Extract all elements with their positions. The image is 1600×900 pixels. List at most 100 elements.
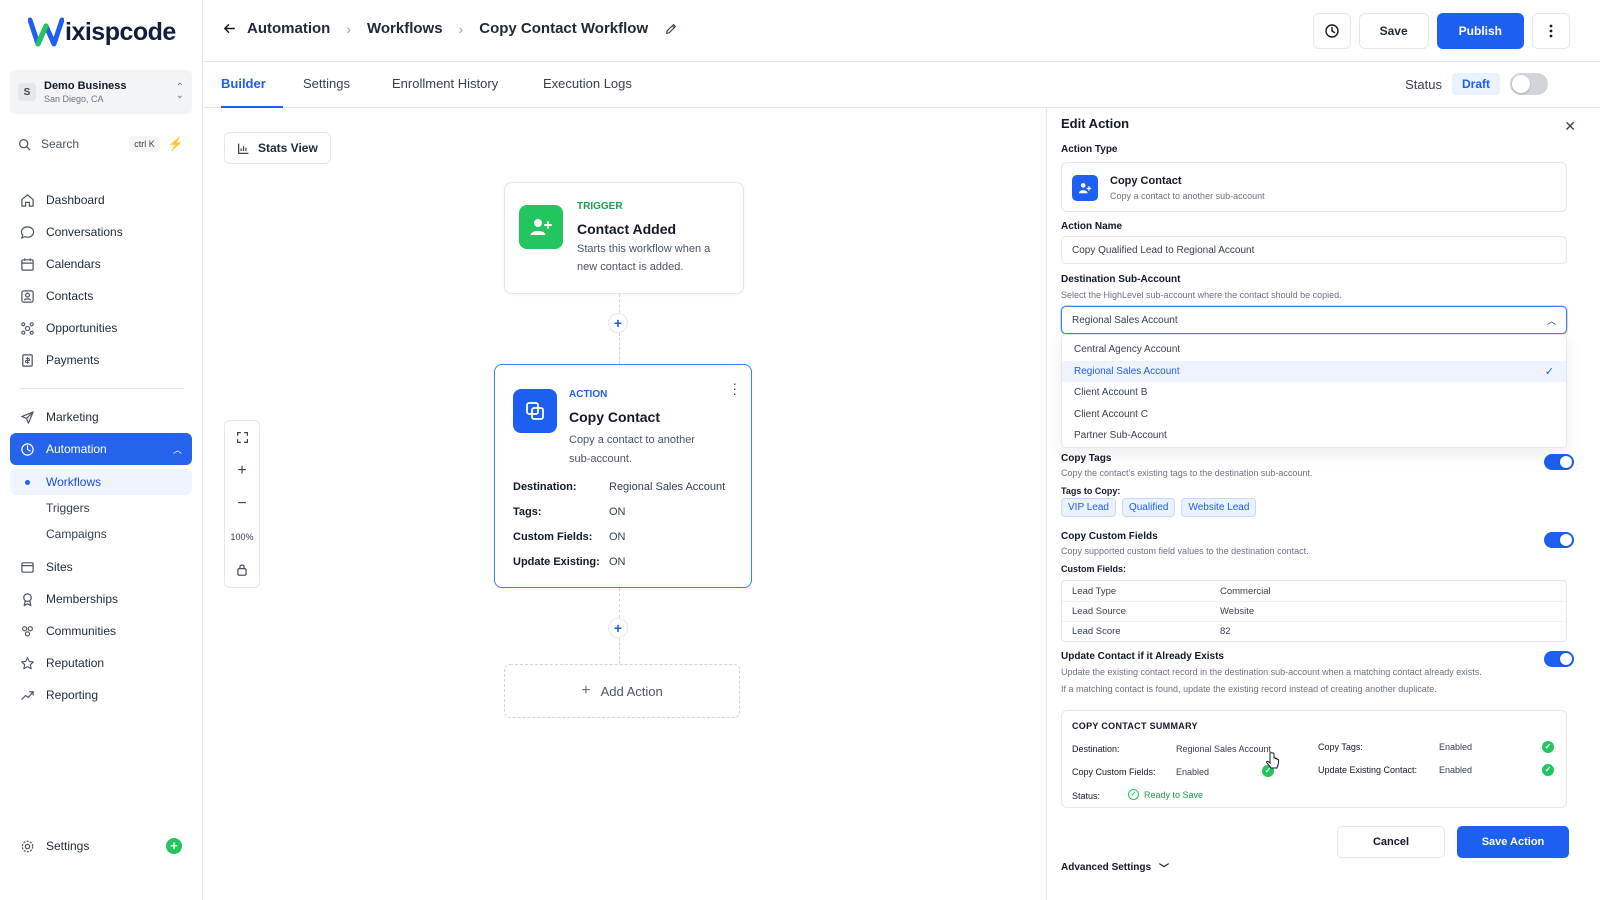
action-type-title: Copy Contact [1110,175,1182,187]
copy-custom-fields-toggle[interactable] [1544,532,1574,548]
stats-view-button[interactable]: Stats View [224,132,331,164]
sidebar-item-memberships[interactable]: Memberships [10,583,192,615]
add-action-button[interactable]: + Add Action [504,664,740,718]
zoom-out-button[interactable]: − [225,487,259,520]
update-existing-help-1: Update the existing contact record in th… [1061,667,1482,677]
brand-logo[interactable]: ixispcode [28,14,176,50]
table-row: Lead Score 82 [1062,621,1566,641]
kebab-icon [1549,24,1553,38]
dropdown-option[interactable]: Client Account B [1062,382,1566,404]
sidebar-item-conversations[interactable]: Conversations [10,216,192,248]
check-circle-icon: ✓ [1542,741,1554,753]
sidebar-item-calendars[interactable]: Calendars [10,248,192,280]
sidebar-subitem-workflows[interactable]: Workflows [10,469,192,495]
field-value: Website [1220,606,1255,617]
zoom-level: 100% [230,531,254,542]
field-name: Lead Score [1072,626,1121,637]
close-icon[interactable]: ✕ [1564,118,1576,135]
summary-title: COPY CONTACT SUMMARY [1072,721,1198,731]
lightning-icon[interactable]: ⚡ [168,136,184,152]
sidebar-item-marketing[interactable]: Marketing [10,401,192,433]
action-type-card: Copy Contact Copy a contact to another s… [1061,162,1567,212]
tab-execution-logs[interactable]: Execution Logs [543,76,632,91]
chevron-updown-icon: ⌃ ⌄ [175,82,184,101]
add-step-button[interactable]: + [608,618,628,638]
sidebar-item-payments[interactable]: Payments [10,344,192,376]
sidebar-item-label: Memberships [46,592,119,606]
publish-button[interactable]: Publish [1436,13,1524,49]
summary-copy-tags-value: Enabled [1439,742,1473,752]
trigger-node[interactable]: TRIGGER Contact Added Starts this workfl… [504,182,744,294]
dropdown-option-selected[interactable]: Regional Sales Account ✓ [1062,360,1566,382]
save-button[interactable]: Save [1358,13,1429,49]
sidebar-item-label: Opportunities [46,321,118,335]
sidebar-item-label: Communities [46,624,117,638]
tab-settings[interactable]: Settings [303,76,350,91]
sidebar-subitem-campaigns[interactable]: Campaigns [10,521,192,547]
summary-status-key: Status: [1072,791,1101,801]
publish-toggle[interactable] [1510,73,1548,95]
tag-chip[interactable]: Website Lead [1181,498,1257,517]
dropdown-option[interactable]: Central Agency Account [1062,339,1566,361]
action-name-input[interactable]: Copy Qualified Lead to Regional Account [1061,236,1567,264]
copy-tags-toggle[interactable] [1544,454,1574,470]
sidebar-search[interactable]: Search ctrl K ⚡ [10,130,192,158]
sidebar-item-dashboard[interactable]: Dashboard [10,184,192,216]
lock-button[interactable] [225,553,259,586]
payments-icon [22,353,33,367]
action-title: Copy Contact [569,409,660,425]
node-menu-icon[interactable]: · · · [732,376,737,400]
workflow-tabs: Builder Settings Enrollment History Exec… [204,62,1600,108]
connector-line [619,588,620,618]
history-button[interactable] [1312,13,1351,49]
sidebar-item-settings[interactable]: Settings + [10,832,192,860]
action-summary-row: Tags: ON [513,506,626,518]
destination-select[interactable]: Regional Sales Account ︿ [1061,306,1567,334]
add-step-button[interactable]: + [608,313,628,333]
sidebar-item-reputation[interactable]: Reputation [10,647,192,679]
panel-title: Edit Action [1061,116,1130,131]
workflow-canvas[interactable]: Stats View + − 100% TRIGGER Contact Adde… [204,108,1046,900]
sidebar-item-automation[interactable]: Automation ︿ [10,433,192,465]
action-node-copy-contact[interactable]: · · · ACTION Copy Contact Copy a contact t… [494,364,752,588]
sidebar-item-opportunities[interactable]: Opportunities [10,312,192,344]
advanced-settings-toggle[interactable]: Advanced Settings ﹀ [1061,860,1169,875]
cancel-button[interactable]: Cancel [1337,826,1445,858]
table-row: Lead Type Commercial [1062,581,1566,601]
sidebar-item-label: Sites [46,560,73,574]
sidebar-item-contacts[interactable]: Contacts [10,280,192,312]
destination-help: Select the HighLevel sub-account where t… [1061,290,1342,300]
trigger-eyebrow: TRIGGER [577,201,623,212]
zoom-in-button[interactable]: + [225,454,259,487]
add-icon[interactable]: + [166,838,182,854]
sidebar-subitem-triggers[interactable]: Triggers [10,495,192,521]
dropdown-option[interactable]: Partner Sub-Account [1062,425,1566,447]
sidebar-item-sites[interactable]: Sites [10,551,192,583]
trigger-description-line1: Starts this workflow when a [577,243,711,255]
sidebar-item-reporting[interactable]: Reporting [10,679,192,711]
save-action-button[interactable]: Save Action [1457,826,1569,858]
summary-status-value: Ready to Save [1144,789,1204,800]
action-name-value: Copy Qualified Lead to Regional Account [1072,244,1255,256]
summary-custom-fields-value: Enabled [1176,767,1210,777]
business-switcher[interactable]: S Demo Business San Diego, CA ⌃ ⌄ [10,70,192,114]
check-circle-icon: ✓ [1542,764,1554,776]
action-type-label: Action Type [1061,144,1118,155]
pencil-icon[interactable] [664,22,678,36]
tag-chip[interactable]: VIP Lead [1061,498,1116,517]
fit-view-button[interactable] [225,421,259,454]
breadcrumb-workflows[interactable]: Workflows [367,20,443,37]
copy-icon [513,389,557,433]
sidebar-item-communities[interactable]: Communities [10,615,192,647]
summary-update-value: Enabled [1439,765,1473,775]
tab-builder[interactable]: Builder [221,76,266,91]
tag-chip[interactable]: Qualified [1121,498,1176,517]
dropdown-option[interactable]: Client Account C [1062,404,1566,426]
sidebar-nav: Dashboard Conversations Calendars Contac… [10,184,192,711]
update-existing-toggle[interactable] [1544,651,1574,667]
more-options-button[interactable] [1532,13,1570,49]
back-arrow-icon[interactable] [222,21,237,36]
tab-enrollment-history[interactable]: Enrollment History [392,76,498,91]
breadcrumb-automation[interactable]: Automation [247,20,330,37]
stats-icon [238,143,249,154]
